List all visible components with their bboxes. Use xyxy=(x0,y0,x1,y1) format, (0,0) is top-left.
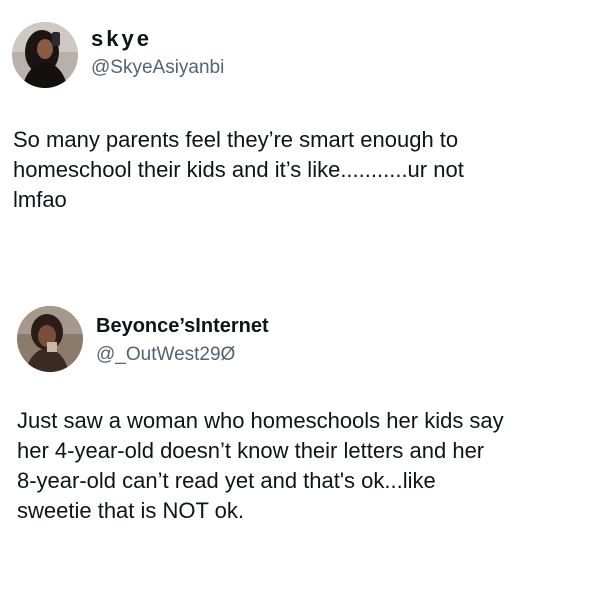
tweet-text-line: lmfao xyxy=(13,187,67,212)
user-handle[interactable]: @SkyeAsiyanbi xyxy=(91,57,224,79)
tweet-text-line: Just saw a woman who homeschools her kid… xyxy=(17,408,504,433)
tweet-text: So many parents feel they’re smart enoug… xyxy=(13,125,573,215)
tweet-text-line: 8-year-old can’t read yet and that's ok.… xyxy=(17,468,436,493)
tweet-text-line: homeschool their kids and it’s like.....… xyxy=(13,157,464,182)
user-handle[interactable]: @_OutWest29Ø xyxy=(96,344,235,366)
tweet-text-line: sweetie that is NOT ok. xyxy=(17,498,245,523)
avatar[interactable] xyxy=(17,306,83,372)
profile-photo-icon xyxy=(12,22,78,88)
display-name[interactable]: Beyonce’sInternet xyxy=(96,315,269,338)
tweet-text: Just saw a woman who homeschools her kid… xyxy=(17,406,582,526)
display-name[interactable]: skye xyxy=(91,26,152,52)
profile-photo-icon xyxy=(17,306,83,372)
tweet-text-line: So many parents feel they’re smart enoug… xyxy=(13,127,459,152)
tweet-text-line: her 4-year-old doesn’t know their letter… xyxy=(17,438,485,463)
avatar[interactable] xyxy=(12,22,78,88)
